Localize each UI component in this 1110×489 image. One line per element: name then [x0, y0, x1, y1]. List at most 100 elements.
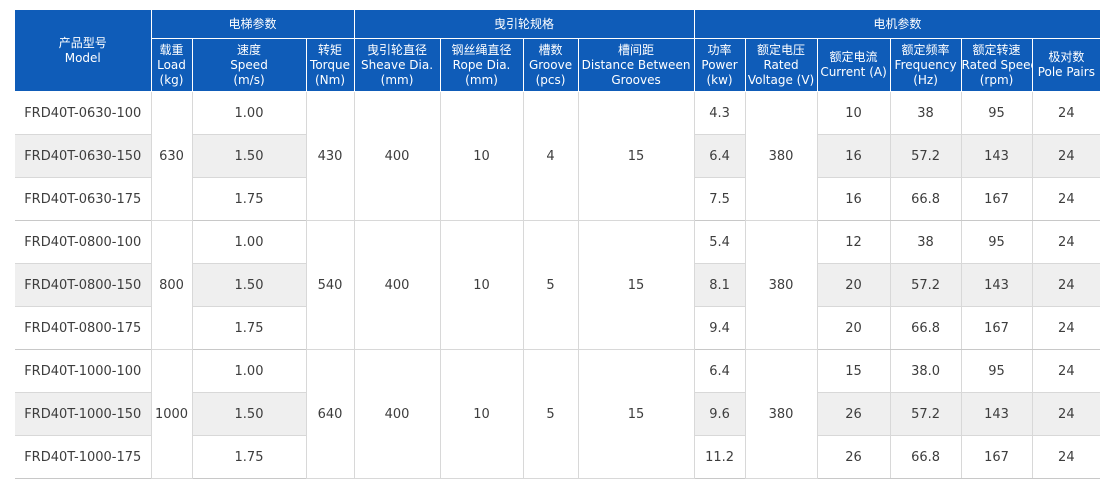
cell-speed: 1.00 [191, 349, 306, 393]
subheader-row: 载重 Load (kg) 速度 Speed (m/s) 转矩 Torque (Nm) 曳引轮直径 S… [15, 38, 1101, 92]
cell-current: 16 [816, 134, 891, 178]
header-col-speed: 速度 Speed (m/s) [191, 38, 306, 92]
header-group-motor: 电机参数 [693, 10, 1101, 39]
header-col-rope-dia-en2: (mm) [465, 72, 498, 87]
header-col-groove-cn: 槽数 [538, 42, 563, 57]
cell-distance: 15 [577, 220, 695, 350]
cell-pole-pairs: 24 [1031, 435, 1101, 479]
cell-current: 12 [816, 220, 891, 264]
header-col-voltage: 额定电压 Rated Voltage (V) [744, 38, 818, 92]
cell-torque: 540 [305, 220, 355, 350]
cell-rope-dia: 10 [439, 220, 524, 350]
table-row: FRD40T-0800-100 800 1.00 540 400 10 5 15 5.4 380 1… [15, 220, 1101, 350]
header-col-pole-pairs-en1: Pole Pairs [1037, 65, 1095, 79]
cell-sheave-dia: 400 [353, 91, 441, 221]
cell-speed: 1.00 [191, 220, 306, 264]
cell-current: 26 [816, 392, 891, 436]
cell-rope-dia: 10 [439, 349, 524, 479]
table-header: 产品型号 Model 电梯参数 曳引轮规格 电机参数 载重 Load (kg) 速度 S… [15, 10, 1101, 92]
cell-model: FRD40T-0630-175 [15, 177, 151, 221]
header-col-voltage-cn: 额定电压 [757, 42, 806, 57]
header-col-frequency-en2: (Hz) [913, 72, 938, 87]
cell-rated-speed: 95 [960, 91, 1033, 135]
cell-speed: 1.50 [191, 134, 306, 178]
cell-voltage: 380 [744, 220, 818, 350]
header-col-load-en2: (kg) [159, 72, 184, 87]
cell-power: 7.5 [693, 177, 746, 221]
cell-rated-speed: 143 [960, 134, 1033, 178]
header-col-pole-pairs-cn: 极对数 [1048, 50, 1085, 64]
header-col-power-cn: 功率 [707, 42, 732, 57]
cell-groove: 4 [522, 91, 579, 221]
header-col-sheave-dia-en1: Sheave Dia. [361, 57, 434, 72]
header-col-torque-en2: (Nm) [315, 72, 346, 87]
cell-rated-speed: 95 [960, 349, 1033, 393]
header-col-frequency-en1: Frequency [894, 57, 957, 72]
cell-speed: 1.75 [191, 306, 306, 350]
header-col-rated-speed-en1: Rated Speed [961, 57, 1033, 72]
header-col-distance-en2: Grooves [611, 72, 661, 87]
cell-rated-speed: 167 [960, 306, 1033, 350]
table-row: FRD40T-0630-100 630 1.00 430 400 10 4 15 4.3 380 1… [15, 91, 1101, 221]
header-col-speed-en2: (m/s) [233, 72, 265, 87]
cell-voltage: 380 [744, 91, 818, 221]
spec-table: 产品型号 Model 电梯参数 曳引轮规格 电机参数 载重 Load (kg) 速度 S… [15, 10, 1101, 479]
cell-pole-pairs: 24 [1031, 177, 1101, 221]
header-col-load-cn: 载重 [159, 42, 184, 57]
header-col-power: 功率 Power (kw) [693, 38, 746, 92]
cell-speed: 1.50 [191, 263, 306, 307]
table-body: FRD40T-0630-100 630 1.00 430 400 10 4 15 4.3 380 1… [15, 91, 1101, 479]
cell-model: FRD40T-0800-175 [15, 306, 151, 350]
cell-current: 20 [816, 263, 891, 307]
cell-current: 20 [816, 306, 891, 350]
cell-load: 1000 [150, 349, 192, 479]
cell-current: 26 [816, 435, 891, 479]
header-col-sheave-dia-cn: 曳引轮直径 [367, 42, 428, 57]
cell-speed: 1.50 [191, 392, 306, 436]
cell-rated-speed: 95 [960, 220, 1033, 264]
cell-pole-pairs: 24 [1031, 134, 1101, 178]
header-col-groove-en2: (pcs) [535, 72, 566, 87]
cell-power: 5.4 [693, 220, 746, 264]
cell-frequency: 57.2 [889, 134, 962, 178]
header-col-rated-speed-cn: 额定转速 [972, 42, 1021, 57]
header-col-frequency-cn: 额定频率 [901, 42, 950, 57]
cell-rope-dia: 10 [439, 91, 524, 221]
header-col-distance: 槽间距 Distance Between Grooves [577, 38, 695, 92]
header-col-distance-en1: Distance Between [581, 57, 691, 72]
cell-model: FRD40T-0800-100 [15, 220, 151, 264]
cell-frequency: 38.0 [889, 349, 962, 393]
cell-power: 4.3 [693, 91, 746, 135]
header-col-load: 载重 Load (kg) [150, 38, 192, 92]
cell-load: 800 [150, 220, 192, 350]
cell-current: 16 [816, 177, 891, 221]
cell-speed: 1.75 [191, 435, 306, 479]
cell-rated-speed: 167 [960, 435, 1033, 479]
cell-power: 8.1 [693, 263, 746, 307]
header-col-torque-en1: Torque [310, 57, 350, 72]
cell-torque: 640 [305, 349, 355, 479]
header-col-rope-dia-en1: Rope Dia. [452, 57, 511, 72]
header-model-en: Model [64, 50, 101, 65]
header-col-sheave-dia-en2: (mm) [380, 72, 414, 87]
cell-frequency: 66.8 [889, 306, 962, 350]
header-col-current-cn: 额定电流 [829, 50, 878, 64]
header-group-elevator: 电梯参数 [150, 10, 355, 39]
cell-pole-pairs: 24 [1031, 220, 1101, 264]
header-col-rated-speed: 额定转速 Rated Speed (rpm) [960, 38, 1033, 92]
header-col-rope-dia-cn: 钢丝绳直径 [451, 42, 512, 57]
cell-groove: 5 [522, 349, 579, 479]
header-col-torque-cn: 转矩 [318, 42, 343, 57]
cell-distance: 15 [577, 349, 695, 479]
header-col-speed-cn: 速度 [236, 42, 261, 57]
cell-pole-pairs: 24 [1031, 392, 1101, 436]
cell-distance: 15 [577, 91, 695, 221]
cell-power: 9.6 [693, 392, 746, 436]
cell-voltage: 380 [744, 349, 818, 479]
cell-model: FRD40T-0630-100 [15, 91, 151, 135]
cell-torque: 430 [305, 91, 355, 221]
cell-rated-speed: 143 [960, 263, 1033, 307]
header-col-sheave-dia: 曳引轮直径 Sheave Dia. (mm) [353, 38, 441, 92]
cell-current: 10 [816, 91, 891, 135]
header-model-cn: 产品型号 [58, 35, 107, 50]
